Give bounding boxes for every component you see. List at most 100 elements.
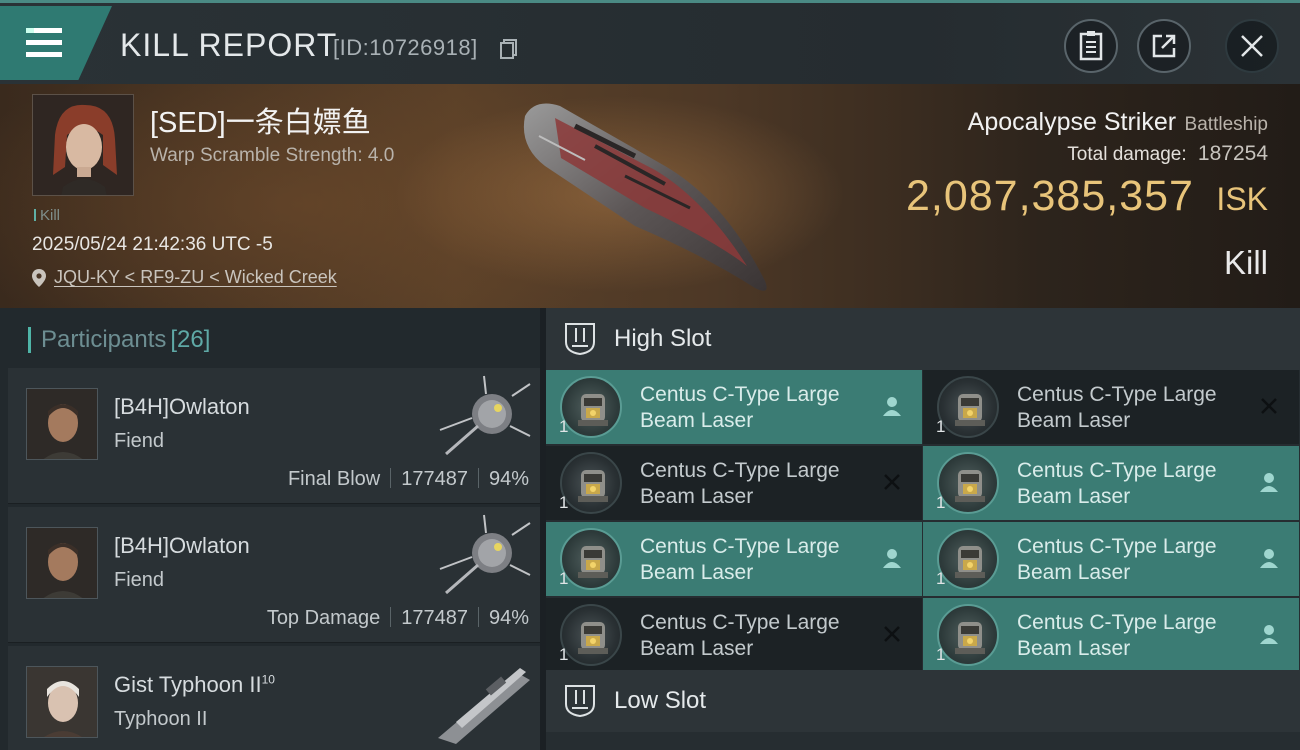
copy-icon[interactable] [500, 39, 518, 59]
participant-row[interactable]: [B4H]Owlaton Fiend Top Damage 177487 94% [8, 507, 540, 643]
person-icon [880, 546, 904, 570]
close-button[interactable] [1225, 19, 1279, 73]
total-damage-value: 187254 [1197, 142, 1268, 165]
kill-tag: Kill [34, 207, 60, 224]
victim-avatar[interactable] [32, 94, 134, 196]
close-icon [1241, 35, 1263, 57]
module-slot[interactable]: 1 Centus C-Type Large Beam Laser [546, 446, 922, 520]
result-label: Kill [1223, 244, 1268, 281]
participant-ship-image [438, 668, 530, 744]
participant-damage: 177487 [401, 607, 468, 629]
participant-name-text: Gist Typhoon II [114, 672, 262, 697]
participant-avatar [26, 388, 98, 460]
person-icon [1257, 546, 1281, 570]
participant-stats: Final Blow 177487 94% [288, 468, 529, 491]
module-quantity: 1 [936, 417, 946, 436]
laser-module-icon [937, 528, 999, 590]
module-name: Centus C-Type Large Beam Laser [640, 611, 840, 660]
location-pin-icon [32, 268, 46, 287]
participant-portrait-image [27, 389, 97, 459]
total-damage-label: Total damage: [1067, 144, 1187, 165]
isk-value: 2,087,385,357 ISK [906, 172, 1268, 221]
report-id: [ID:10726918] [333, 35, 478, 60]
victim-ship[interactable]: Apocalypse Striker Battleship [968, 108, 1268, 137]
module-name: Centus C-Type Large Beam Laser [640, 383, 840, 432]
victim-ship-image [523, 103, 767, 291]
participant-portrait-image [27, 528, 97, 598]
participants-header: Participants [26] [28, 326, 210, 354]
ship-name: Apocalypse Striker [967, 108, 1177, 136]
person-icon [1257, 470, 1281, 494]
module-quantity: 1 [559, 417, 569, 436]
laser-module-icon [937, 452, 999, 514]
participant-role: Final Blow [287, 468, 381, 490]
module-name: Centus C-Type Large Beam Laser [1017, 383, 1217, 432]
participant-percent: 94% [488, 607, 529, 629]
participant-name-sup: 10 [261, 672, 275, 687]
header-bar: KILL REPORT [ID:10726918] [0, 0, 1300, 84]
module-quantity: 1 [936, 493, 946, 512]
ship-class: Battleship [1184, 114, 1268, 135]
module-slot[interactable]: 1 Centus C-Type Large Beam Laser [923, 446, 1299, 520]
participant-name: [B4H]Owlaton [114, 394, 250, 419]
high-slot-label: High Slot [614, 325, 712, 352]
participant-stats: Top Damage 177487 94% [267, 607, 529, 630]
module-slot[interactable]: 1 Centus C-Type Large Beam Laser [546, 598, 922, 672]
participant-damage: 177487 [401, 468, 468, 490]
laser-module-icon [937, 604, 999, 666]
participant-row[interactable]: [B4H]Owlaton Fiend Final Blow 177487 94% [8, 368, 540, 504]
x-icon [1257, 394, 1281, 418]
participants-count: [26] [170, 326, 211, 353]
participant-ship-image [439, 514, 531, 595]
participant-role: Top Damage [266, 607, 381, 629]
module-quantity: 1 [936, 645, 946, 664]
participant-name: Gist Typhoon II10 [114, 672, 275, 698]
module-quantity: 1 [559, 493, 569, 512]
victim-name[interactable]: [SED]一条白嫖鱼 [150, 99, 371, 141]
module-name: Centus C-Type Large Beam Laser [1017, 535, 1217, 584]
participant-ship-image [439, 375, 531, 456]
person-icon [1257, 622, 1281, 646]
module-name: Centus C-Type Large Beam Laser [1017, 611, 1217, 660]
clipboard-button[interactable] [1064, 19, 1118, 73]
total-damage: Total damage: 187254 [1067, 142, 1268, 166]
laser-module-icon [560, 376, 622, 438]
module-name: Centus C-Type Large Beam Laser [1017, 459, 1217, 508]
isk-unit: ISK [1216, 181, 1268, 217]
participant-ship: Fiend [114, 430, 165, 452]
low-slot-header: Low Slot [546, 670, 1300, 732]
module-quantity: 1 [559, 645, 569, 664]
low-slot-label: Low Slot [614, 687, 707, 714]
participant-ship: Fiend [114, 569, 165, 591]
participant-row[interactable]: Gist Typhoon II10 Typhoon II [8, 646, 540, 750]
participants-panel: Participants [26] [B4H]Owlaton Fiend Fin… [0, 308, 540, 750]
x-icon [880, 622, 904, 646]
module-slot[interactable]: 1 Centus C-Type Large Beam Laser [546, 370, 922, 444]
victim-portrait-image [33, 95, 133, 195]
module-slot[interactable]: 1 Centus C-Type Large Beam Laser [546, 522, 922, 596]
share-icon [1152, 34, 1176, 58]
module-name: Centus C-Type Large Beam Laser [640, 459, 840, 508]
isk-amount: 2,087,385,357 [905, 172, 1194, 220]
menu-button[interactable] [0, 6, 112, 80]
clipboard-icon [1079, 31, 1103, 61]
module-name: Centus C-Type Large Beam Laser [640, 535, 840, 584]
module-slot[interactable]: 1 Centus C-Type Large Beam Laser [923, 522, 1299, 596]
high-slot-header: High Slot [546, 308, 1300, 370]
participant-avatar [26, 527, 98, 599]
module-slot[interactable]: 1 Centus C-Type Large Beam Laser [923, 370, 1299, 444]
laser-module-icon [937, 376, 999, 438]
slot-icon [565, 685, 595, 718]
person-icon [880, 394, 904, 418]
kill-location[interactable]: JQU-KY < RF9-ZU < Wicked Creek [32, 267, 337, 288]
participant-percent: 94% [488, 468, 529, 490]
menu-icon [26, 28, 62, 57]
module-slot[interactable]: 1 Centus C-Type Large Beam Laser [923, 598, 1299, 672]
share-button[interactable] [1137, 19, 1191, 73]
participant-avatar [26, 666, 98, 738]
laser-module-icon [560, 452, 622, 514]
location-link[interactable]: JQU-KY < RF9-ZU < Wicked Creek [54, 267, 337, 288]
kill-datetime: 2025/05/24 21:42:36 UTC -5 [32, 234, 273, 255]
participants-label: Participants [41, 326, 167, 353]
x-icon [880, 470, 904, 494]
